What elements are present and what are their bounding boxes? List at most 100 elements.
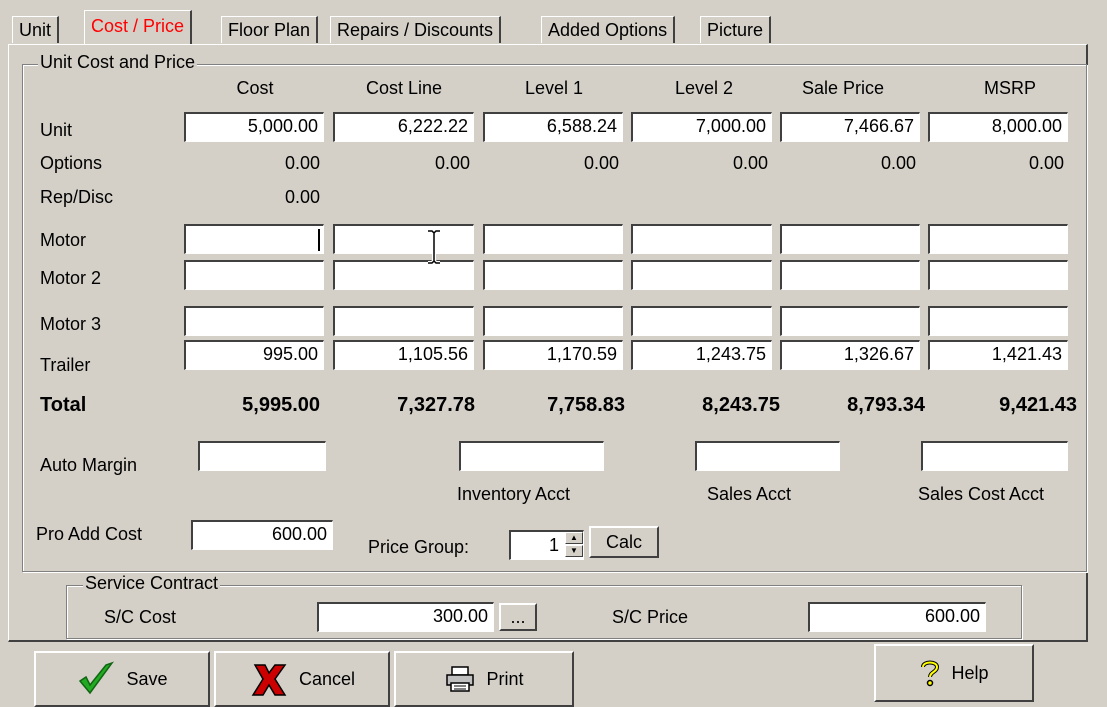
sc-cost-field[interactable]: 300.00 bbox=[317, 602, 494, 632]
row-label-motor-2: Motor 2 bbox=[40, 268, 102, 288]
sales-acct-label: Sales Acct bbox=[707, 484, 792, 504]
group-title: Unit Cost and Price bbox=[38, 52, 198, 73]
total-msrp-value: 9,421.43 bbox=[999, 394, 1077, 416]
options-cost-value: 0.00 bbox=[284, 153, 320, 173]
sc-browse-button[interactable]: ... bbox=[499, 603, 537, 631]
col-header-level-2: Level 2 bbox=[674, 78, 734, 98]
row-label-trailer: Trailer bbox=[40, 355, 91, 375]
total-sale-price-value: 8,793.34 bbox=[847, 394, 925, 416]
trailer-level-2-field[interactable]: 1,243.75 bbox=[631, 340, 772, 370]
save-button[interactable]: Save bbox=[34, 651, 210, 707]
sales-cost-acct-field[interactable] bbox=[921, 441, 1068, 471]
cancel-button-label: Cancel bbox=[298, 668, 356, 689]
tab-repairs-discounts[interactable]: Repairs / Discounts bbox=[330, 16, 502, 43]
calc-button[interactable]: Calc bbox=[589, 526, 659, 558]
tab-added-options[interactable]: Added Options bbox=[541, 16, 676, 43]
tab-picture[interactable]: Picture bbox=[700, 16, 772, 43]
options-msrp-value: 0.00 bbox=[1028, 153, 1064, 173]
total-cost-line-value: 7,327.78 bbox=[397, 394, 475, 416]
cancel-x-icon bbox=[251, 664, 287, 696]
options-cost-line-value: 0.00 bbox=[434, 153, 470, 173]
help-button-label: Help bbox=[951, 662, 989, 683]
total-level-1-value: 7,758.83 bbox=[547, 394, 625, 416]
ellipsis-label: ... bbox=[510, 606, 526, 627]
sc-price-field[interactable]: 600.00 bbox=[808, 602, 986, 632]
unit-level-2-field[interactable]: 7,000.00 bbox=[631, 112, 772, 142]
trailer-level-1-field[interactable]: 1,170.59 bbox=[483, 340, 623, 370]
tab-cost-price[interactable]: Cost / Price bbox=[84, 10, 193, 44]
motor-cost-field[interactable] bbox=[184, 224, 324, 254]
question-mark-icon bbox=[921, 660, 940, 687]
save-button-label: Save bbox=[126, 668, 168, 689]
price-group-spinner[interactable]: 1 ▲ ▼ bbox=[509, 530, 584, 560]
row-label-options: Options bbox=[40, 153, 103, 173]
motor-cost-line-field[interactable] bbox=[333, 224, 474, 254]
row-label-unit: Unit bbox=[40, 120, 73, 140]
auto-margin-label: Auto Margin bbox=[40, 455, 138, 475]
col-header-sale-price: Sale Price bbox=[801, 78, 885, 98]
price-group-label: Price Group: bbox=[368, 537, 470, 557]
sales-cost-acct-label: Sales Cost Acct bbox=[918, 484, 1045, 504]
checkmark-icon bbox=[79, 661, 115, 695]
row-label-rep-disc: Rep/Disc bbox=[40, 187, 114, 207]
motor3-level-1-field[interactable] bbox=[483, 306, 623, 336]
motor-level-1-field[interactable] bbox=[483, 224, 623, 254]
unit-level-1-field[interactable]: 6,588.24 bbox=[483, 112, 623, 142]
total-cost-value: 5,995.00 bbox=[242, 394, 320, 416]
auto-margin-field[interactable] bbox=[198, 441, 326, 471]
unit-cost-line-field[interactable]: 6,222.22 bbox=[333, 112, 474, 142]
unit-cost-field[interactable]: 5,000.00 bbox=[184, 112, 324, 142]
row-label-motor: Motor bbox=[40, 230, 87, 250]
motor3-msrp-field[interactable] bbox=[928, 306, 1068, 336]
options-level-1-value: 0.00 bbox=[583, 153, 619, 173]
motor2-level-2-field[interactable] bbox=[631, 260, 772, 290]
sc-price-label: S/C Price bbox=[612, 607, 689, 627]
trailer-msrp-field[interactable]: 1,421.43 bbox=[928, 340, 1068, 370]
help-button[interactable]: Help bbox=[874, 644, 1034, 702]
col-header-level-1: Level 1 bbox=[524, 78, 584, 98]
total-level-2-value: 8,243.75 bbox=[702, 394, 780, 416]
unit-sale-price-field[interactable]: 7,466.67 bbox=[780, 112, 920, 142]
pro-add-cost-label: Pro Add Cost bbox=[36, 524, 143, 544]
service-contract-title: Service Contract bbox=[83, 573, 221, 594]
tab-floor-plan[interactable]: Floor Plan bbox=[221, 16, 319, 43]
col-header-msrp: MSRP bbox=[983, 78, 1036, 98]
motor2-cost-field[interactable] bbox=[184, 260, 324, 290]
row-label-motor-3: Motor 3 bbox=[40, 314, 102, 334]
trailer-cost-field[interactable]: 995.00 bbox=[184, 340, 324, 370]
motor2-cost-line-field[interactable] bbox=[333, 260, 474, 290]
motor2-level-1-field[interactable] bbox=[483, 260, 623, 290]
motor-msrp-field[interactable] bbox=[928, 224, 1068, 254]
spin-down-icon[interactable]: ▼ bbox=[565, 545, 583, 557]
unit-msrp-field[interactable]: 8,000.00 bbox=[928, 112, 1068, 142]
print-button-label: Print bbox=[486, 668, 524, 689]
sales-acct-field[interactable] bbox=[695, 441, 840, 471]
pro-add-cost-field[interactable]: 600.00 bbox=[191, 520, 333, 550]
sc-cost-label: S/C Cost bbox=[104, 607, 177, 627]
motor2-msrp-field[interactable] bbox=[928, 260, 1068, 290]
motor3-sale-price-field[interactable] bbox=[780, 306, 920, 336]
print-button[interactable]: Print bbox=[394, 651, 574, 707]
inventory-acct-field[interactable] bbox=[459, 441, 604, 471]
motor3-cost-line-field[interactable] bbox=[333, 306, 474, 336]
motor-sale-price-field[interactable] bbox=[780, 224, 920, 254]
col-header-cost: Cost bbox=[236, 78, 274, 98]
rep-disc-cost-value: 0.00 bbox=[284, 187, 320, 207]
motor2-sale-price-field[interactable] bbox=[780, 260, 920, 290]
price-group-value: 1 bbox=[548, 535, 559, 555]
printer-icon bbox=[446, 666, 475, 692]
options-level-2-value: 0.00 bbox=[732, 153, 768, 173]
cancel-button[interactable]: Cancel bbox=[214, 651, 390, 707]
calc-button-label: Calc bbox=[605, 531, 642, 552]
i-beam-cursor-icon bbox=[428, 229, 440, 265]
motor-level-2-field[interactable] bbox=[631, 224, 772, 254]
trailer-sale-price-field[interactable]: 1,326.67 bbox=[780, 340, 920, 370]
options-sale-price-value: 0.00 bbox=[880, 153, 916, 173]
tab-unit[interactable]: Unit bbox=[12, 16, 60, 43]
motor3-level-2-field[interactable] bbox=[631, 306, 772, 336]
motor3-cost-field[interactable] bbox=[184, 306, 324, 336]
col-header-cost-line: Cost Line bbox=[365, 78, 443, 98]
row-label-total: Total bbox=[40, 394, 87, 416]
trailer-cost-line-field[interactable]: 1,105.56 bbox=[333, 340, 474, 370]
spin-up-icon[interactable]: ▲ bbox=[565, 532, 583, 544]
